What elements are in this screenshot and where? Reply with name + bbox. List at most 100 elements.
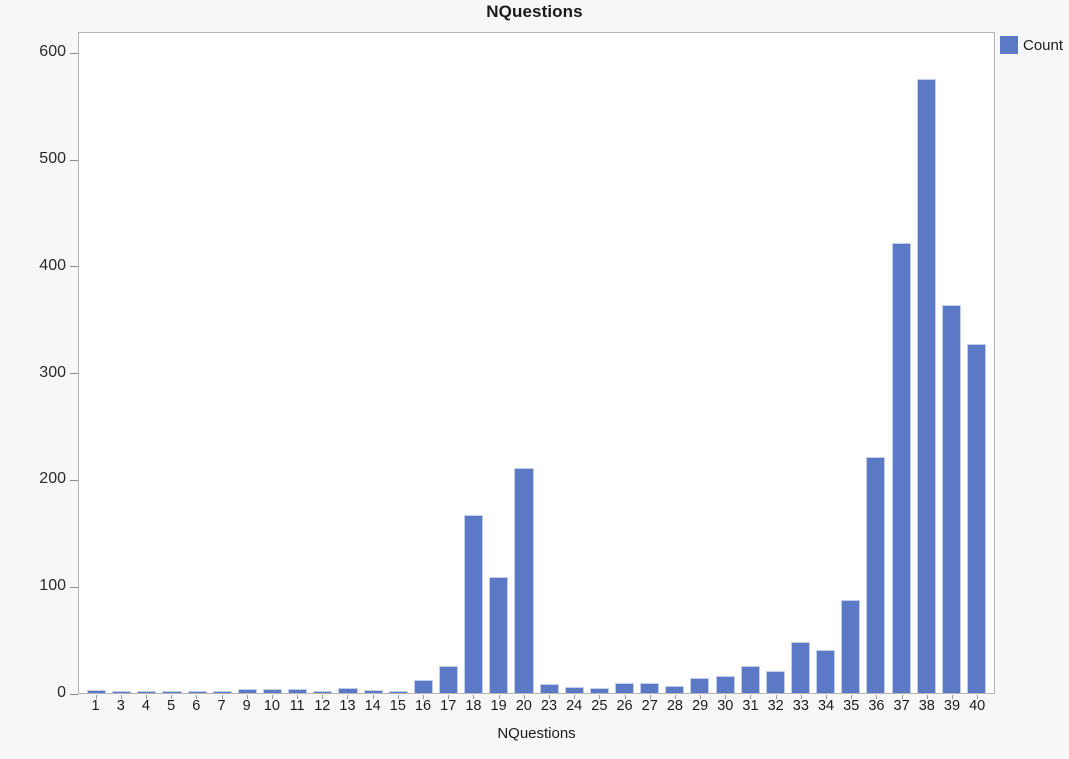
x-axis: 1 3 4 5 6 7 9 10 11 12 13 14 15 16 17 18 19 20 23 24 25 26 27 2… xyxy=(78,695,995,719)
bar[interactable] xyxy=(212,691,232,693)
x-axis-tick-label: 39 xyxy=(939,695,964,719)
bar-slot xyxy=(537,33,562,693)
bar[interactable] xyxy=(564,686,584,693)
bar[interactable] xyxy=(187,690,207,693)
x-axis-tick-label: 1 xyxy=(83,695,108,719)
x-axis-tick-label: 34 xyxy=(813,695,838,719)
x-axis-tick-label: 37 xyxy=(889,695,914,719)
legend: Count xyxy=(1000,36,1063,54)
bar-slot xyxy=(109,33,134,693)
bar[interactable] xyxy=(640,683,660,693)
y-axis-tick-mark xyxy=(70,52,78,54)
legend-swatch-count xyxy=(1000,36,1018,54)
bar[interactable] xyxy=(413,680,433,693)
bar-slot xyxy=(863,33,888,693)
x-axis-tick-label: 20 xyxy=(511,695,536,719)
x-axis-tick-label: 26 xyxy=(612,695,637,719)
bar[interactable] xyxy=(589,687,609,693)
y-axis-tick-mark xyxy=(70,266,78,268)
y-axis-tick-mark xyxy=(70,693,78,695)
bar[interactable] xyxy=(87,689,107,693)
bar-slot xyxy=(335,33,360,693)
x-axis-tick-label: 10 xyxy=(259,695,284,719)
bar[interactable] xyxy=(765,670,785,693)
bar-slot xyxy=(361,33,386,693)
bar[interactable] xyxy=(112,690,132,693)
x-axis-tick-label: 27 xyxy=(637,695,662,719)
y-axis-tick-label: 200 xyxy=(39,470,66,488)
bar[interactable] xyxy=(489,576,509,693)
x-axis-tick-label: 33 xyxy=(788,695,813,719)
y-axis-tick-label: 300 xyxy=(39,363,66,381)
bar[interactable] xyxy=(313,691,333,693)
bar[interactable] xyxy=(916,79,936,693)
bar[interactable] xyxy=(790,641,811,693)
x-axis-tick-label: 4 xyxy=(133,695,158,719)
x-axis-tick-label: 13 xyxy=(335,695,360,719)
bar[interactable] xyxy=(237,688,257,693)
x-axis-tick-label: 19 xyxy=(486,695,511,719)
bar[interactable] xyxy=(263,688,283,693)
x-axis-tick-label: 7 xyxy=(209,695,234,719)
bar-slot xyxy=(788,33,813,693)
bar[interactable] xyxy=(665,685,685,693)
x-axis-tick-label: 14 xyxy=(360,695,385,719)
x-axis-tick-label: 25 xyxy=(587,695,612,719)
bar[interactable] xyxy=(941,305,961,693)
bar-slot xyxy=(939,33,964,693)
bar[interactable] xyxy=(539,684,559,693)
x-axis-tick-label: 36 xyxy=(864,695,889,719)
bar[interactable] xyxy=(715,675,735,693)
bar[interactable] xyxy=(388,690,408,693)
bar-slot xyxy=(687,33,712,693)
bar-slot xyxy=(738,33,763,693)
bar[interactable] xyxy=(363,689,383,693)
bar-series xyxy=(79,33,994,693)
bar-slot xyxy=(838,33,863,693)
bar-slot xyxy=(612,33,637,693)
bar-slot xyxy=(964,33,989,693)
x-axis-tick-label: 5 xyxy=(159,695,184,719)
x-axis-tick-label: 31 xyxy=(738,695,763,719)
bar[interactable] xyxy=(288,688,308,693)
bar-slot xyxy=(637,33,662,693)
bar[interactable] xyxy=(614,683,635,693)
y-axis-tick-mark xyxy=(70,373,78,375)
y-axis-tick-mark xyxy=(70,479,78,481)
bar[interactable] xyxy=(438,666,459,693)
bar-slot xyxy=(411,33,436,693)
x-axis-tick-label: 28 xyxy=(662,695,687,719)
y-axis: 0 100 200 300 400 500 600 xyxy=(0,32,78,701)
bar[interactable] xyxy=(841,600,861,693)
bar-slot xyxy=(235,33,260,693)
bar-slot xyxy=(813,33,838,693)
bar[interactable] xyxy=(740,666,760,693)
bar[interactable] xyxy=(866,457,886,693)
x-axis-tick-label: 23 xyxy=(536,695,561,719)
x-axis-tick-label: 16 xyxy=(410,695,435,719)
bar[interactable] xyxy=(464,514,484,693)
bar[interactable] xyxy=(966,343,987,693)
y-axis-tick-label: 400 xyxy=(39,256,66,274)
bar[interactable] xyxy=(514,467,534,693)
bar[interactable] xyxy=(162,690,182,693)
bar-slot xyxy=(763,33,788,693)
bar[interactable] xyxy=(816,650,836,693)
y-axis-tick-label: 100 xyxy=(39,577,66,595)
x-axis-tick-label: 18 xyxy=(461,695,486,719)
bar[interactable] xyxy=(891,243,911,693)
bar-slot xyxy=(210,33,235,693)
bar[interactable] xyxy=(137,691,157,693)
bar-slot xyxy=(562,33,587,693)
bar-slot xyxy=(914,33,939,693)
x-axis-tick-label: 17 xyxy=(436,695,461,719)
legend-label-count: Count xyxy=(1023,36,1064,54)
x-axis-tick-label: 3 xyxy=(108,695,133,719)
bar-slot xyxy=(260,33,285,693)
bar[interactable] xyxy=(338,687,358,693)
bar-slot xyxy=(662,33,687,693)
bar[interactable] xyxy=(690,678,710,693)
bar-slot xyxy=(436,33,461,693)
x-axis-tick-label: 30 xyxy=(713,695,738,719)
x-axis-tick-label: 32 xyxy=(763,695,788,719)
